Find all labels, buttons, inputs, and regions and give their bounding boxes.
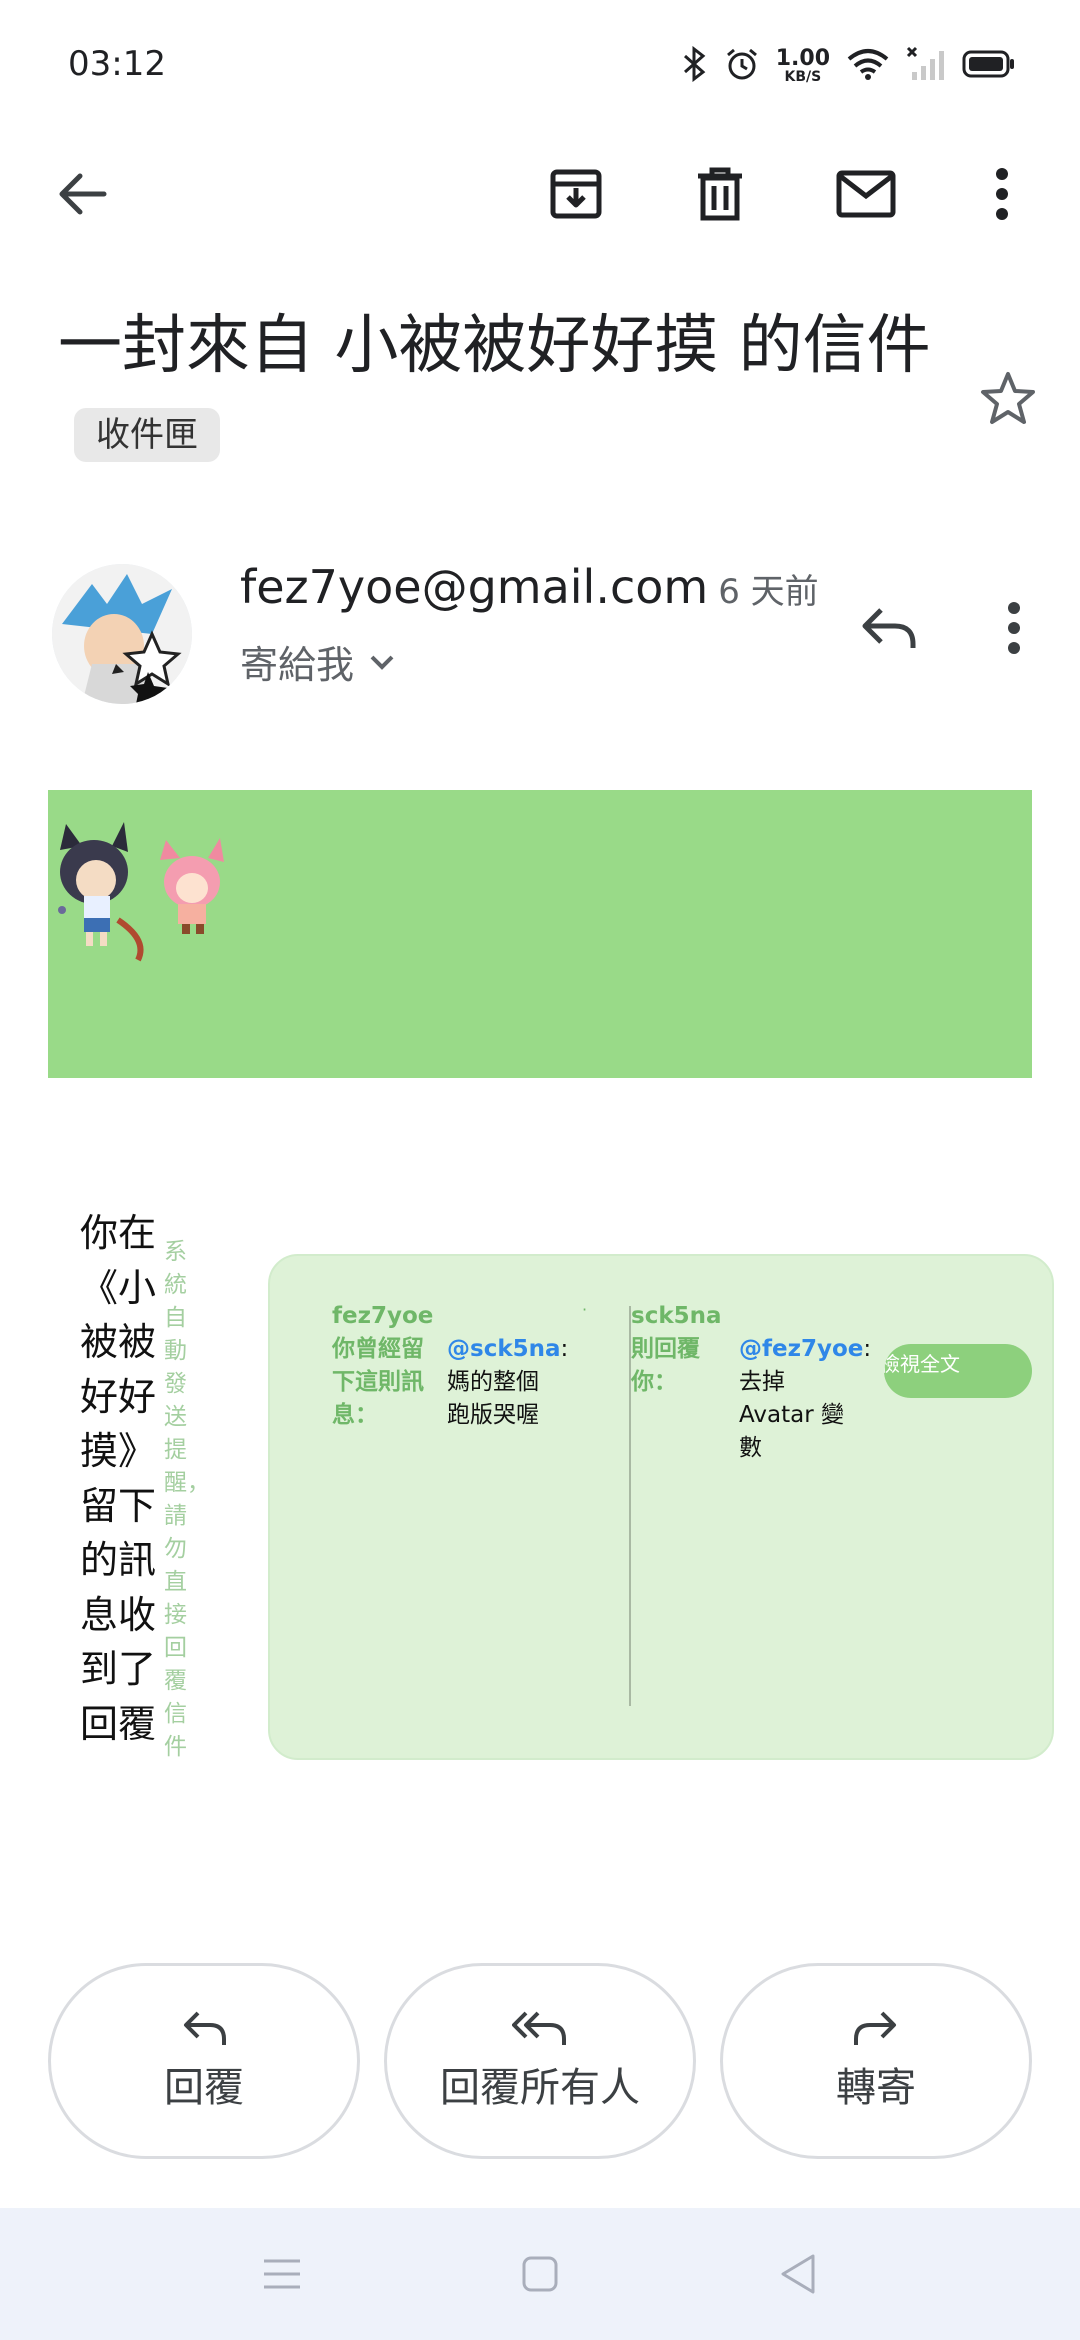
reply-label: 回覆 (164, 2065, 244, 2111)
battery-icon (962, 50, 1016, 82)
view-full-button[interactable]: 檢視全文 (884, 1344, 1032, 1398)
sender-avatar[interactable] (52, 564, 192, 704)
email-banner (48, 790, 1032, 1078)
system-nav-bar (0, 2208, 1080, 2340)
reply-icon (862, 608, 916, 648)
subject-text: 一封來自 小被被好好摸 的信件 (58, 309, 931, 383)
delete-button[interactable] (684, 158, 756, 230)
mention-colon: : (560, 1336, 569, 1362)
home-square-icon (522, 2256, 558, 2292)
reply-all-label: 回覆所有人 (440, 2065, 640, 2111)
dot-separator: · (582, 1300, 588, 1319)
nav-back-button[interactable] (762, 2238, 834, 2310)
reply-message-label: sck5na 則回覆你： (631, 1303, 722, 1395)
back-button[interactable] (46, 158, 118, 230)
sender-line[interactable]: fez7yoe@gmail.com 6 天前 (240, 560, 819, 614)
more-vert-icon (1008, 602, 1020, 654)
message-more-button[interactable] (986, 592, 1042, 664)
alarm-icon (724, 46, 760, 86)
net-speed-unit: KB/S (784, 69, 822, 85)
reply-button[interactable]: 回覆 (48, 1963, 360, 2159)
reply-all-button[interactable]: 回覆所有人 (384, 1963, 696, 2159)
original-message-text: 媽的整個跑版哭喔 (447, 1369, 539, 1428)
back-arrow-icon (59, 173, 107, 215)
mention-fez7yoe[interactable]: @fez7yoe (739, 1336, 863, 1362)
time-ago: 6 天前 (718, 572, 819, 612)
status-time: 03:12 (68, 44, 166, 84)
forward-label: 轉寄 (836, 2065, 916, 2111)
recipient-details-toggle[interactable]: 寄給我 (240, 634, 396, 689)
nav-home-button[interactable] (504, 2238, 576, 2310)
sender-email: fez7yoe@gmail.com (240, 560, 709, 614)
status-icons: 1.00 KB/S (682, 44, 1016, 88)
mail-icon (836, 170, 896, 218)
chevron-down-icon (370, 655, 394, 670)
reply-icon (184, 2011, 226, 2045)
reply-mention: @fez7yoe: (739, 1333, 871, 1366)
email-subject: 一封來自 小被被好好摸 的信件收件匣 (58, 300, 938, 484)
reply-all-icon (512, 2011, 566, 2045)
menu-icon (264, 2259, 300, 2289)
reply-message-text: 去掉 Avatar 變數 (739, 1369, 844, 1461)
bluetooth-icon (682, 45, 708, 86)
inbox-label-chip[interactable]: 收件匣 (74, 408, 220, 463)
wifi-icon (846, 47, 890, 85)
avatar-image (52, 564, 192, 704)
more-vert-icon (996, 168, 1008, 220)
mention-sck5na[interactable]: @sck5na (447, 1336, 561, 1362)
original-mention: @sck5na: (447, 1333, 568, 1366)
recipient-label: 寄給我 (240, 643, 355, 687)
archive-icon (550, 169, 602, 219)
star-icon (981, 372, 1035, 424)
more-options-button[interactable] (970, 158, 1034, 230)
forward-icon (854, 2011, 896, 2045)
nav-menu-button[interactable] (246, 2238, 318, 2310)
mark-unread-button[interactable] (826, 158, 906, 230)
back-triangle-icon (781, 2254, 815, 2294)
delete-icon (698, 167, 742, 221)
character-sprites-image (58, 822, 224, 962)
reply-quick-button[interactable] (850, 592, 926, 664)
notice-text: 你在《小被被好好摸》留下的訊息收到了回覆 (80, 1211, 157, 1746)
forward-button[interactable]: 轉寄 (720, 1963, 1032, 2159)
archive-button[interactable] (540, 158, 612, 230)
auto-notice-text: 系統自動發送提醒，請勿直接回覆信件 (164, 1239, 210, 1760)
star-button[interactable] (972, 362, 1044, 434)
network-speed: 1.00 KB/S (775, 46, 830, 85)
signal-icon (906, 46, 946, 86)
net-speed-value: 1.00 (775, 46, 830, 71)
mention-colon: : (863, 1336, 872, 1362)
original-message-label: fez7yoe 你曾經留下這則訊息： (332, 1303, 434, 1428)
